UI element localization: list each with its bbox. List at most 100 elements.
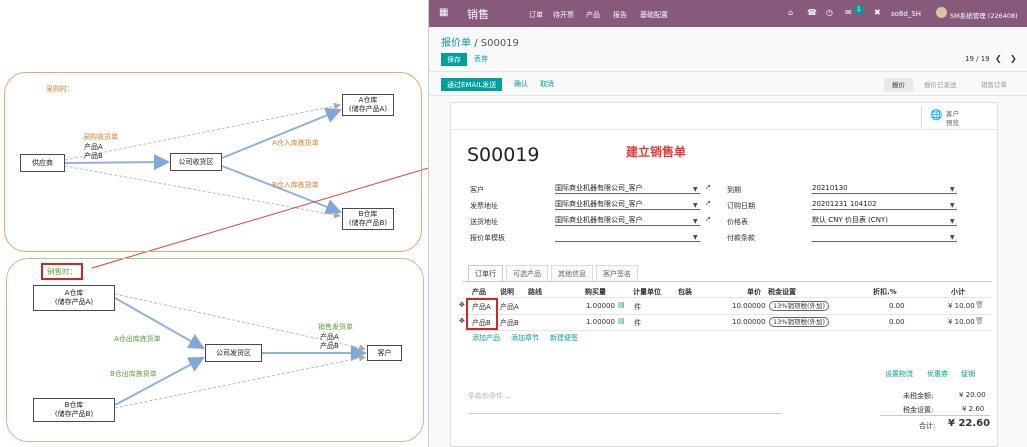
forecast-chart-icon[interactable]: ▤ [618, 317, 625, 325]
apps-grid-icon[interactable]: ▦ [439, 8, 448, 18]
label-product-b: 产品B [84, 152, 103, 160]
home-icon[interactable]: ⌂ [788, 8, 793, 17]
screenshot: 采购时： 销售时： 供应商 公司收货区 A仓库 (储存产品A) B仓库 (储存产品B… [0, 0, 1027, 447]
line-uom[interactable]: 件 [634, 318, 641, 328]
divider [429, 95, 1027, 96]
menu-to-invoice[interactable]: 待开票 [553, 10, 574, 20]
prev-icon[interactable]: ❮ [995, 54, 1002, 63]
line-quantity[interactable]: 1.00000 [586, 318, 615, 326]
tab-customer-signature[interactable]: 客户签名 [596, 265, 638, 281]
tax-label: 税金设置: [903, 406, 934, 414]
table-row[interactable]: ✥ 产品B 产品B 1.00000 ▤ 件 10.00000 13%销项税(外加… [459, 315, 992, 329]
tools-icon[interactable]: ✖ [874, 8, 881, 17]
add-section-link[interactable]: 添加章节 [511, 333, 539, 343]
col-subtotal[interactable]: 小计 [951, 287, 965, 297]
payment-terms-field[interactable] [812, 232, 957, 242]
stage-quotation[interactable]: 报价 [884, 78, 913, 92]
line-discount[interactable]: 0.00 [889, 302, 905, 310]
drag-handle-icon[interactable]: ✥ [459, 317, 465, 325]
label-quotation-template: 报价单模板 [470, 234, 505, 242]
send-email-button[interactable]: 通过EMAIL发送 [441, 78, 503, 91]
node-company-receive: 公司收货区 [170, 153, 222, 171]
quotation-template-field[interactable] [555, 232, 700, 242]
col-discount[interactable]: 折扣.% [873, 287, 897, 297]
col-route[interactable]: 路线 [528, 287, 542, 297]
tab-order-lines[interactable]: 订单行 [468, 265, 503, 281]
drag-handle-icon[interactable]: ✥ [459, 301, 465, 309]
save-button[interactable]: 保存 [441, 53, 467, 66]
menu-reporting[interactable]: 报告 [613, 10, 627, 20]
company-switcher[interactable]: so8d_SH [891, 10, 921, 18]
chevron-down-icon[interactable]: ▼ [950, 218, 955, 225]
table-row[interactable]: ✥ 产品A 产品A 1.00000 ▤ 件 10.00000 13%销项税(外加… [459, 299, 992, 313]
external-link-icon[interactable]: ↗ [705, 183, 711, 191]
app-name[interactable]: 销售 [467, 6, 489, 22]
menu-products[interactable]: 产品 [586, 10, 600, 20]
breadcrumb-parent[interactable]: 报价单 [441, 38, 471, 49]
external-link-icon[interactable]: ↗ [705, 215, 711, 223]
customer-field[interactable]: 国际商业机器有限公司_客户 [555, 184, 700, 194]
set-shipping-button[interactable]: 设置物流 [885, 369, 913, 379]
invoice-address-field[interactable]: 国际商业机器有限公司_客户 [555, 200, 700, 210]
line-unit-price[interactable]: 10.00000 [732, 302, 765, 310]
stage-sale-order[interactable]: 销售订单 [981, 78, 1007, 92]
line-tax-tag[interactable]: 13%销项税(外加) [769, 301, 830, 311]
line-uom[interactable]: 件 [634, 302, 641, 312]
chevron-down-icon[interactable]: ▼ [693, 202, 698, 209]
line-description[interactable]: 产品A [500, 302, 519, 312]
avatar[interactable] [936, 7, 947, 18]
total-label: 合计: [919, 422, 936, 430]
clock-icon[interactable]: ◷ [826, 8, 833, 17]
forecast-chart-icon[interactable]: ▤ [618, 301, 625, 309]
user-menu[interactable]: SM系统管理 (226408) [950, 10, 1018, 20]
next-icon[interactable]: ❯ [1010, 54, 1017, 63]
chevron-down-icon[interactable]: ▼ [950, 186, 955, 193]
line-quantity[interactable]: 1.00000 [586, 302, 615, 310]
chevron-down-icon[interactable]: ▼ [693, 234, 698, 241]
promotion-button[interactable]: 促销 [961, 369, 975, 379]
menu-orders[interactable]: 订单 [529, 10, 543, 20]
external-link-icon[interactable]: ↗ [705, 199, 711, 207]
divider [462, 330, 992, 331]
breadcrumb: 报价单 / S00019 [441, 34, 519, 49]
delivery-address-field[interactable]: 国际商业机器有限公司_客户 [555, 216, 700, 226]
coupon-button[interactable]: 优惠券 [927, 369, 948, 379]
smart-button-line2: 预览 [946, 119, 959, 127]
trash-icon[interactable]: 🗑 [975, 301, 984, 309]
pricelist-field[interactable]: 默认 CNY 价目表 (CNY) [812, 216, 957, 226]
expiration-field[interactable]: 20210130 [812, 184, 957, 194]
chat-icon[interactable]: ✉ [845, 8, 852, 17]
divider [462, 297, 992, 298]
order-date-field[interactable]: 20201231 104102 [812, 200, 957, 210]
col-uom[interactable]: 计量单位 [633, 287, 661, 297]
col-taxes[interactable]: 税金设置 [768, 287, 796, 297]
col-description[interactable]: 说明 [500, 287, 514, 297]
chevron-down-icon[interactable]: ▼ [693, 186, 698, 193]
line-description[interactable]: 产品B [500, 318, 519, 328]
col-quantity[interactable]: 购买量 [585, 287, 606, 297]
confirm-button[interactable]: 确认 [509, 78, 533, 91]
menu-configuration[interactable]: 基础配置 [640, 10, 668, 20]
stage-sent[interactable]: 报价已发送 [924, 78, 957, 92]
line-unit-price[interactable]: 10.00000 [732, 318, 765, 326]
terms-input[interactable]: 条款和条件... [468, 388, 782, 414]
add-product-link[interactable]: 添加产品 [472, 333, 500, 343]
tab-optional-products[interactable]: 可选产品 [506, 265, 548, 281]
order-name: S00019 [467, 144, 540, 166]
node-warehouse-b-top: B仓库 (储存产品B) [342, 208, 394, 230]
col-product[interactable]: 产品 [472, 287, 486, 297]
tab-other-info[interactable]: 其他信息 [551, 265, 593, 281]
chevron-down-icon[interactable]: ▼ [950, 234, 955, 241]
line-tax-tag[interactable]: 13%销项税(外加) [769, 317, 830, 327]
cancel-button[interactable]: 取消 [535, 78, 559, 91]
phone-icon[interactable]: ☎ [807, 8, 817, 17]
customer-preview-button[interactable]: 🌐 客户 预览 [921, 106, 996, 128]
col-packaging[interactable]: 包装 [678, 287, 692, 297]
discard-button[interactable]: 丢弃 [469, 53, 493, 66]
line-discount[interactable]: 0.00 [889, 318, 905, 326]
chevron-down-icon[interactable]: ▼ [950, 202, 955, 209]
col-unit-price[interactable]: 单价 [747, 287, 761, 297]
trash-icon[interactable]: 🗑 [975, 317, 984, 325]
add-note-link[interactable]: 新建便签 [550, 333, 578, 343]
chevron-down-icon[interactable]: ▼ [693, 218, 698, 225]
